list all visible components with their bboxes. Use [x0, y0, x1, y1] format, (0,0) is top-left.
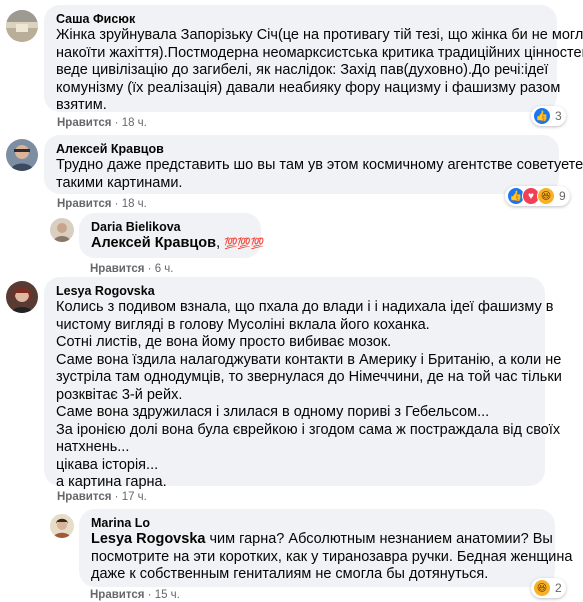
comment-line: накоїти жахіття).Постмодерна неомарксист…: [56, 44, 583, 61]
reactions-summary[interactable]: 👍 ♥ 😆 9: [505, 186, 570, 206]
comment-line: Lesya Rogovska чим гарна? Абсолютным нез…: [91, 531, 553, 549]
comment-line: розквітає 3-й рейх.: [56, 386, 183, 403]
comment-text: Колись з подивом взнала, що пхала до вла…: [56, 299, 562, 492]
reaction-count: 9: [559, 189, 566, 203]
comment-line: такими картинами.: [56, 174, 183, 191]
comment-line: Трудно даже представить шо вы там ув это…: [56, 157, 583, 173]
reaction-count: 2: [555, 581, 562, 595]
separator-dot: ·: [114, 198, 122, 210]
comment-line: натхнень...: [56, 439, 130, 455]
comment-bubble: Marina Lo Lesya Rogovska чим гарна? Абсо…: [79, 509, 573, 587]
comment-line: Саме вона здружилася і злилася в одному …: [56, 404, 490, 420]
comment-text: Жінка зруйнувала Запорізьку Січ(це на пр…: [56, 27, 583, 115]
avatar[interactable]: [50, 218, 74, 242]
avatar-image-icon: [50, 514, 74, 538]
comment-line: Саме вона їздила налагоджувати контакти …: [56, 351, 562, 368]
like-button[interactable]: Нравится: [90, 263, 144, 275]
mention-link[interactable]: Lesya Rogovska: [91, 531, 205, 547]
comment-line: веде цивілізацію до загибелі, як наслідо…: [56, 62, 549, 78]
comment-line: взятим.: [56, 97, 107, 113]
comment-author[interactable]: Marina Lo: [91, 515, 543, 531]
comment-meta: Нравится · 18 ч.: [57, 116, 147, 130]
avatar[interactable]: [6, 281, 38, 313]
comment-line: даже к собственным гениталиям не смогла …: [91, 566, 489, 582]
comment-meta: Нравится · 6 ч.: [90, 262, 173, 276]
comment-line: За іронією долі вона була єврейкою і зго…: [56, 421, 561, 438]
comment-author[interactable]: Daria Bielikova: [91, 219, 249, 235]
reactions-summary[interactable]: 😆 2: [531, 578, 566, 598]
like-button[interactable]: Нравится: [57, 198, 111, 210]
haha-icon: 😆: [537, 187, 555, 205]
comment-timestamp[interactable]: 17 ч.: [122, 491, 147, 503]
comment-line: зустріла там однодумців, то звернулася д…: [56, 369, 562, 385]
comment-line: чистому вигляді в голову Мусоліні вклала…: [56, 316, 430, 333]
comment-line: Сотні листів, де вона йому просто вибива…: [56, 334, 392, 350]
comment-line: посмотрите на эти коротких, как у тирано…: [91, 548, 573, 565]
comment-text: Алексей Кравцов, 💯💯💯: [91, 235, 264, 254]
comment-line: цікава історія...: [56, 456, 159, 473]
comment-timestamp[interactable]: 6 ч.: [155, 263, 174, 275]
comment-text: Трудно даже представить шо вы там ув это…: [56, 157, 583, 192]
comment-timestamp[interactable]: 18 ч.: [122, 198, 147, 210]
comment-author[interactable]: Lesya Rogovska: [56, 283, 533, 299]
comment-meta: Нравится · 17 ч.: [57, 490, 147, 504]
comment-author[interactable]: Алексей Кравцов: [56, 141, 547, 157]
comment-meta: Нравится · 18 ч.: [57, 197, 147, 211]
comment-punctuation: ,: [216, 235, 221, 251]
like-button[interactable]: Нравится: [57, 117, 111, 129]
comment-bubble: Lesya Rogovska Колись з подивом взнала, …: [44, 277, 562, 490]
comment-line: Алексей Кравцов, 💯💯💯: [91, 235, 264, 254]
avatar-image-icon: [6, 281, 38, 313]
avatar[interactable]: [6, 10, 38, 42]
comment-line-text: чим гарна? Абсолютным незнанием анатомии…: [205, 531, 553, 547]
haha-icon: 😆: [533, 579, 551, 597]
hundred-points-emoji-icon: 💯💯💯: [224, 238, 264, 250]
comment-line: Колись з подивом взнала, що пхала до вла…: [56, 299, 554, 315]
avatar-image-icon: [6, 10, 38, 42]
avatar[interactable]: [6, 139, 38, 171]
separator-dot: ·: [147, 589, 155, 601]
like-button[interactable]: Нравится: [90, 589, 144, 601]
avatar[interactable]: [50, 514, 74, 538]
comment-text: Lesya Rogovska чим гарна? Абсолютным нез…: [91, 531, 573, 584]
comment-bubble: Алексей Кравцов Трудно даже представить …: [44, 135, 583, 194]
separator-dot: ·: [114, 491, 122, 503]
comment-line: Жінка зруйнувала Запорізьку Січ(це на пр…: [56, 27, 583, 43]
mention-link[interactable]: Алексей Кравцов: [91, 235, 216, 251]
comment-bubble: Daria Bielikova Алексей Кравцов, 💯💯💯: [79, 213, 264, 258]
comment-author[interactable]: Саша Фисюк: [56, 11, 545, 27]
avatar-image-icon: [6, 139, 38, 171]
comment-line: а картина гарна.: [56, 474, 167, 490]
separator-dot: ·: [114, 117, 122, 129]
comment-line: комунізму (їх реалізація) давали неабияк…: [56, 79, 561, 96]
reactions-summary[interactable]: 👍 3: [531, 106, 566, 126]
comment-timestamp[interactable]: 15 ч.: [155, 589, 180, 601]
like-icon: 👍: [533, 107, 551, 125]
separator-dot: ·: [147, 263, 155, 275]
comment-bubble: Саша Фисюк Жінка зруйнувала Запорізьку С…: [44, 5, 583, 115]
comment-timestamp[interactable]: 18 ч.: [122, 117, 147, 129]
like-button[interactable]: Нравится: [57, 491, 111, 503]
avatar-image-icon: [50, 218, 74, 242]
reaction-count: 3: [555, 109, 562, 123]
